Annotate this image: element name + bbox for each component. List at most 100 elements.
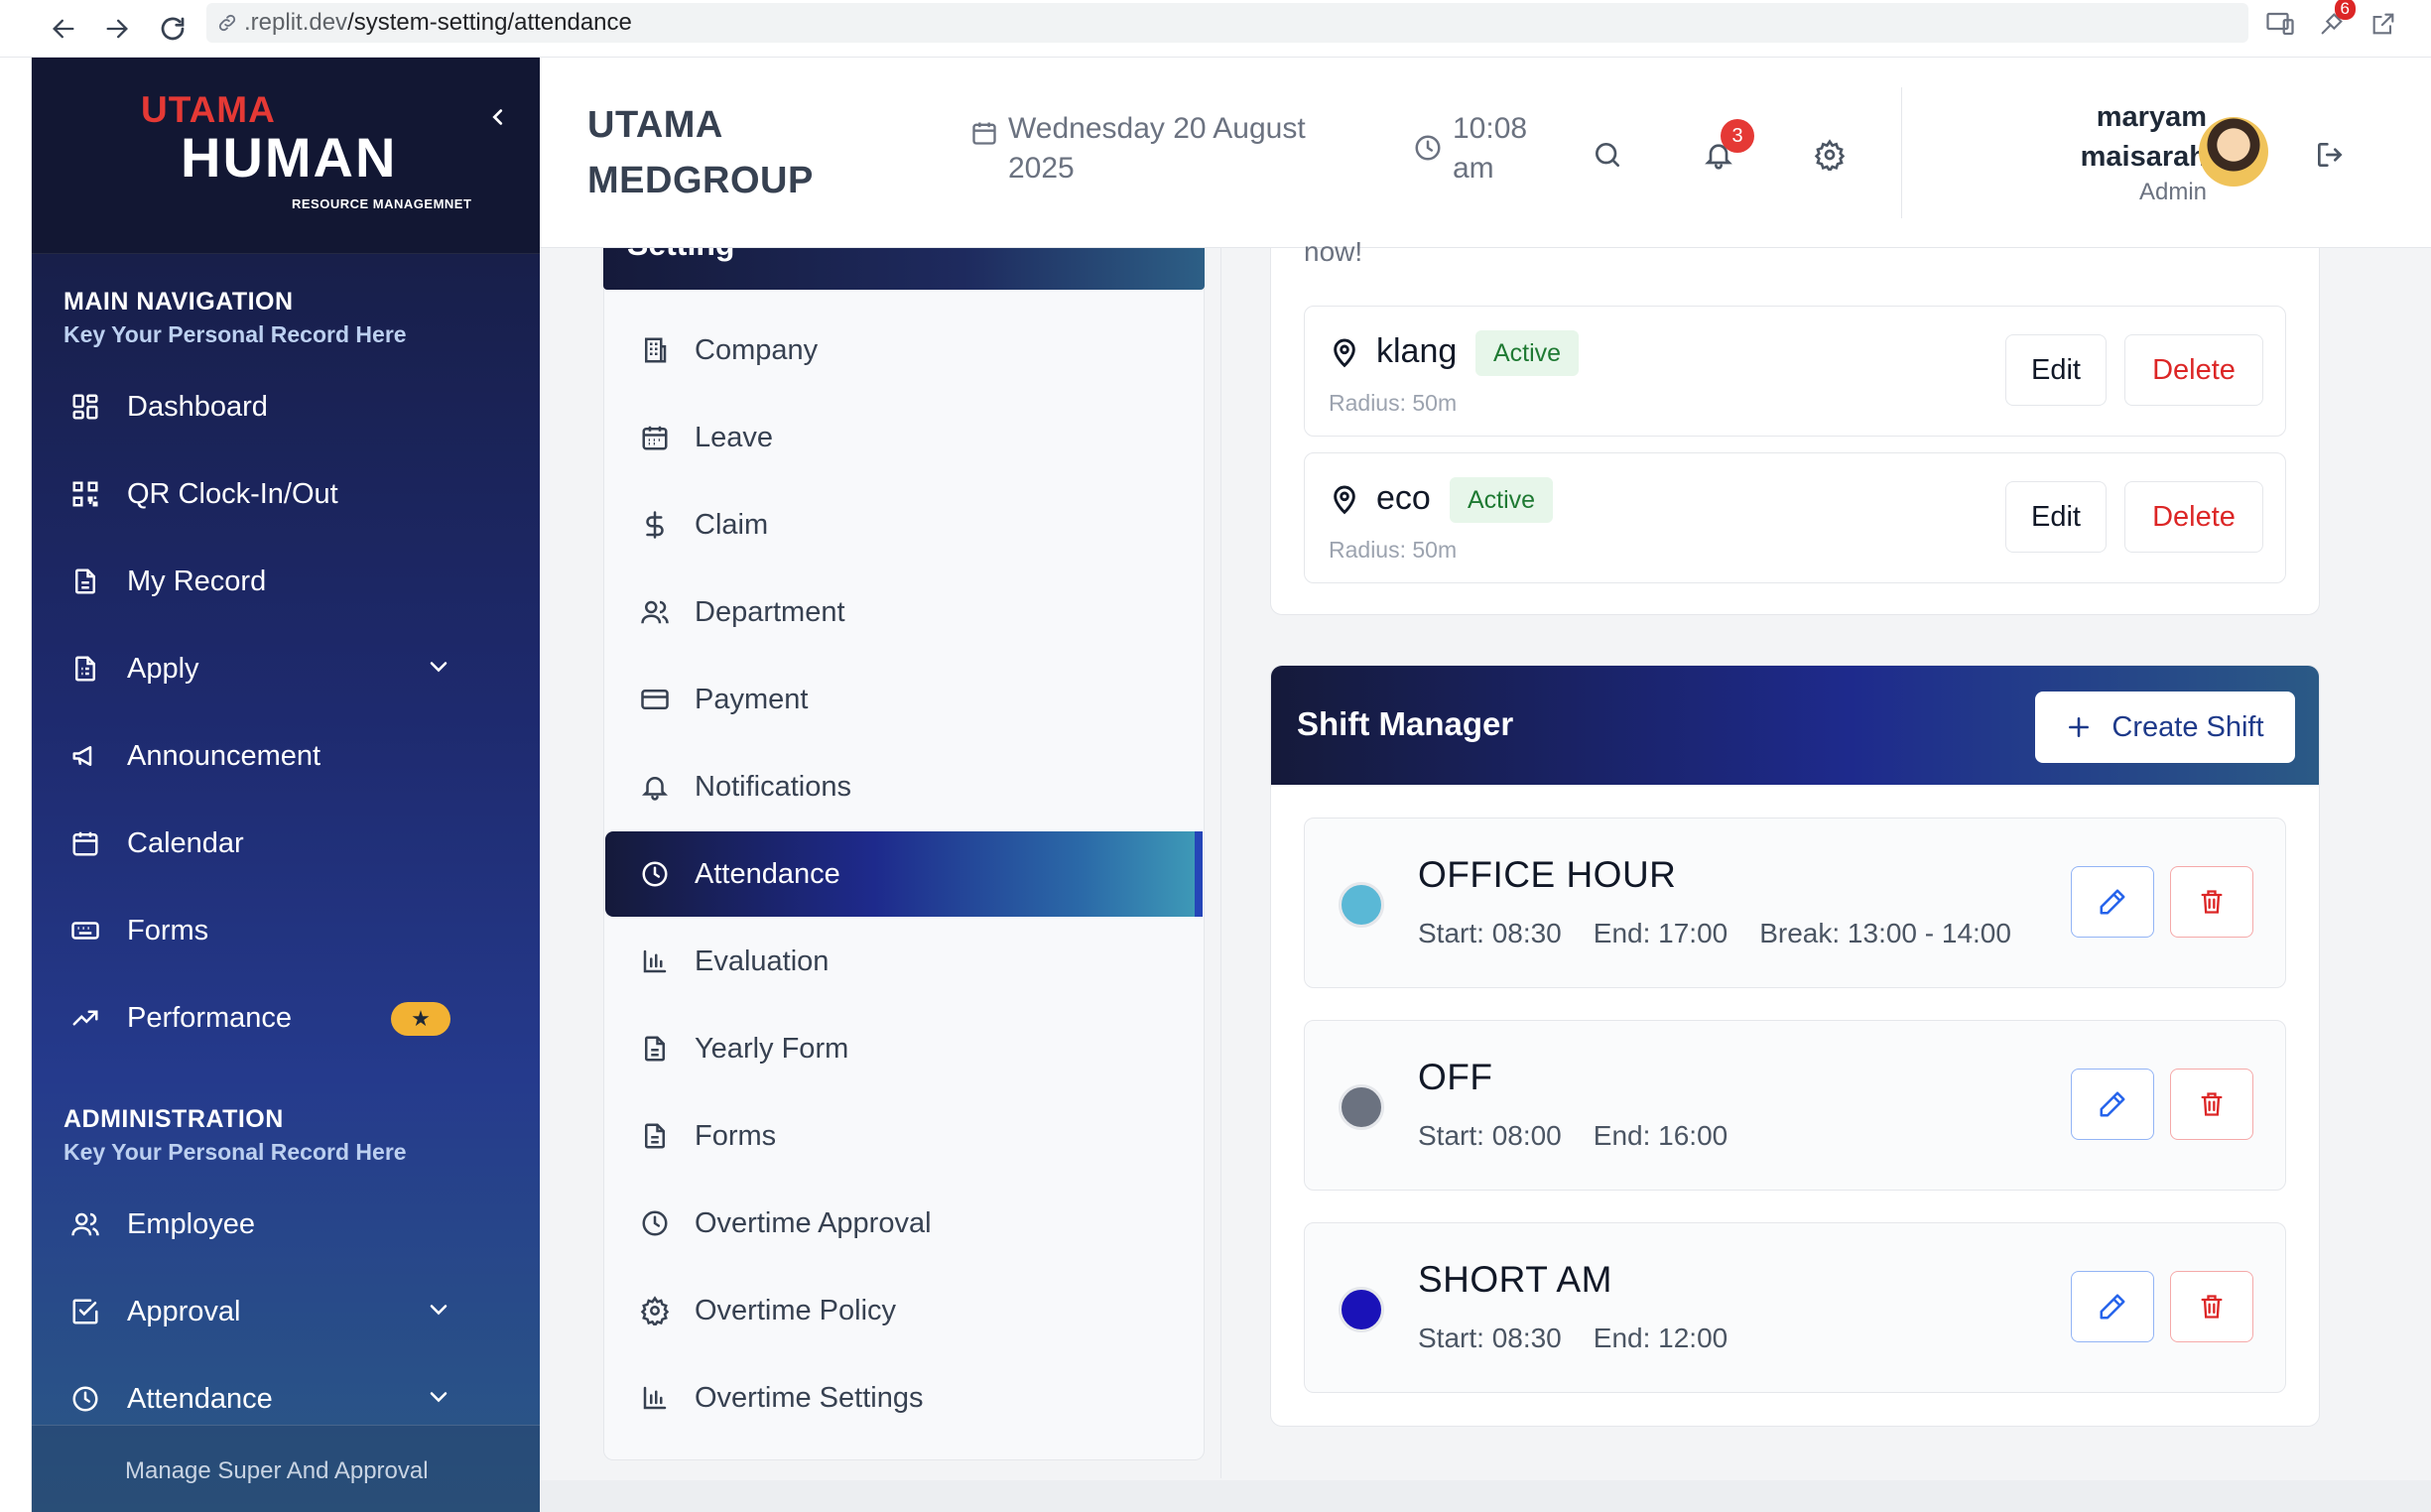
megaphone-icon	[67, 738, 103, 774]
location-item: klang Active Radius: 50m Edit Delete	[1304, 306, 2286, 437]
logo-main-text: HUMAN	[181, 126, 398, 189]
calendar-icon	[970, 119, 998, 189]
settings-item-forms[interactable]: Forms	[605, 1093, 1203, 1179]
settings-item-overtime-approval[interactable]: Overtime Approval	[605, 1181, 1203, 1266]
sidebar-item-apply[interactable]: Apply	[32, 637, 476, 700]
calendar-icon	[67, 825, 103, 861]
sidebar-item-attendance[interactable]: Attendance	[32, 1367, 476, 1431]
shift-manager-header: Shift Manager Create Shift	[1271, 666, 2319, 785]
time-display: 10:08 am	[1413, 109, 1552, 189]
sidebar-item-calendar[interactable]: Calendar	[32, 812, 476, 875]
delete-location-button[interactable]: Delete	[2124, 481, 2263, 553]
delete-shift-button[interactable]	[2170, 1069, 2253, 1140]
user-name: maryam maisarah	[2080, 101, 2207, 173]
sidebar-item-employee[interactable]: Employee	[32, 1193, 476, 1256]
credit-card-icon	[637, 682, 673, 717]
shift-color-dot	[1339, 1084, 1384, 1130]
settings-item-label: Yearly Form	[695, 1032, 849, 1065]
avatar[interactable]	[2199, 117, 2268, 187]
sidebar-item-dashboard[interactable]: Dashboard	[32, 375, 476, 439]
shift-start: Start: 08:30	[1418, 918, 1562, 948]
settings-item-evaluation[interactable]: Evaluation	[605, 919, 1203, 1004]
dollar-icon	[637, 507, 673, 543]
sidebar-item-label: Apply	[127, 652, 199, 685]
settings-item-payment[interactable]: Payment	[605, 657, 1203, 742]
forward-icon[interactable]	[95, 7, 139, 51]
edit-shift-button[interactable]	[2071, 1069, 2154, 1140]
settings-panel-title: Setting	[627, 248, 734, 263]
sidebar-item-label: Approval	[127, 1295, 241, 1327]
settings-item-notifications[interactable]: Notifications	[605, 744, 1203, 829]
current-date: Wednesday 20 August 2025	[1008, 112, 1306, 185]
sidebar-item-label: Calendar	[127, 826, 244, 859]
document-icon	[67, 564, 103, 599]
sidebar-item-approval[interactable]: Approval	[32, 1280, 476, 1343]
link-icon	[216, 12, 238, 34]
main-navigation-subtitle: Key Your Personal Record Here	[64, 321, 407, 347]
sidebar-item-qr-clock[interactable]: QR Clock-In/Out	[32, 462, 476, 526]
users-icon	[637, 594, 673, 630]
shift-color-dot	[1339, 882, 1384, 928]
edit-location-button[interactable]: Edit	[2005, 334, 2107, 406]
check-square-icon	[67, 1294, 103, 1329]
bell-icon[interactable]: 3	[1695, 119, 1754, 179]
gear-icon[interactable]	[1806, 131, 1854, 179]
settings-item-department[interactable]: Department	[605, 569, 1203, 655]
notification-count-badge: 3	[1721, 119, 1754, 153]
reload-icon[interactable]	[151, 7, 194, 51]
user-info[interactable]: maryam maisarah Admin	[2008, 97, 2207, 208]
settings-item-label: Notifications	[695, 770, 851, 803]
open-external-icon[interactable]	[2364, 4, 2403, 44]
shift-start: Start: 08:30	[1418, 1323, 1562, 1353]
edit-shift-button[interactable]	[2071, 1271, 2154, 1342]
settings-item-yearly-form[interactable]: Yearly Form	[605, 1006, 1203, 1091]
shift-item: OFF Start: 08:00 End: 16:00	[1304, 1020, 2286, 1191]
window-edge	[0, 58, 32, 1512]
page-bottom-edge	[540, 1480, 2431, 1512]
clock-icon	[67, 1381, 103, 1417]
administration-subtitle: Key Your Personal Record Here	[64, 1139, 407, 1165]
edit-shift-button[interactable]	[2071, 866, 2154, 938]
pencil-icon	[2100, 1294, 2125, 1320]
logout-icon[interactable]	[2306, 131, 2354, 179]
header-divider	[1901, 87, 1902, 218]
delete-shift-button[interactable]	[2170, 1271, 2253, 1342]
address-bar[interactable]: .replit.dev/system-setting/attendance	[206, 3, 2248, 43]
shift-times: Start: 08:30 End: 17:00 Break: 13:00 - 1…	[1418, 918, 2043, 949]
settings-item-overtime-policy[interactable]: Overtime Policy	[605, 1268, 1203, 1353]
sidebar: UTAMA HUMAN RESOURCE MANAGEMNET MAIN NAV…	[32, 58, 540, 1512]
sidebar-item-performance[interactable]: Performance ★	[32, 986, 476, 1050]
edit-location-button[interactable]: Edit	[2005, 481, 2107, 553]
chevron-down-icon	[425, 1383, 452, 1411]
users-icon	[67, 1206, 103, 1242]
settings-item-attendance[interactable]: Attendance	[605, 831, 1203, 917]
settings-item-claim[interactable]: Claim	[605, 482, 1203, 567]
devices-icon[interactable]	[2260, 4, 2300, 44]
shift-item: OFFICE HOUR Start: 08:30 End: 17:00 Brea…	[1304, 818, 2286, 988]
location-radius: Radius: 50m	[1329, 537, 1458, 563]
sidebar-item-forms[interactable]: Forms	[32, 899, 476, 962]
sidebar-item-label: Announcement	[127, 739, 321, 772]
back-icon[interactable]	[42, 7, 85, 51]
settings-panel-header: Setting	[603, 248, 1205, 290]
settings-item-overtime-settings[interactable]: Overtime Settings	[605, 1355, 1203, 1441]
status-badge: Active	[1475, 330, 1580, 376]
delete-location-button[interactable]: Delete	[2124, 334, 2263, 406]
delete-shift-button[interactable]	[2170, 866, 2253, 938]
search-icon[interactable]	[1584, 131, 1631, 179]
sidebar-item-announcement[interactable]: Announcement	[32, 724, 476, 788]
create-shift-button[interactable]: Create Shift	[2035, 692, 2295, 763]
shift-name: OFFICE HOUR	[1418, 854, 1677, 895]
collapse-sidebar-button[interactable]	[480, 99, 516, 135]
shift-end: End: 12:00	[1593, 1323, 1728, 1353]
document-icon	[637, 1118, 673, 1154]
extension-icon[interactable]: 6	[2312, 0, 2356, 44]
settings-item-company[interactable]: Company	[605, 308, 1203, 393]
map-pin-icon	[1329, 336, 1360, 368]
content-divider	[1220, 248, 1221, 1478]
shift-start: Start: 08:00	[1418, 1120, 1562, 1151]
sidebar-item-my-record[interactable]: My Record	[32, 550, 476, 613]
logo-area: UTAMA HUMAN RESOURCE MANAGEMNET	[32, 58, 540, 254]
chevron-down-icon	[425, 653, 452, 681]
settings-item-leave[interactable]: Leave	[605, 395, 1203, 480]
